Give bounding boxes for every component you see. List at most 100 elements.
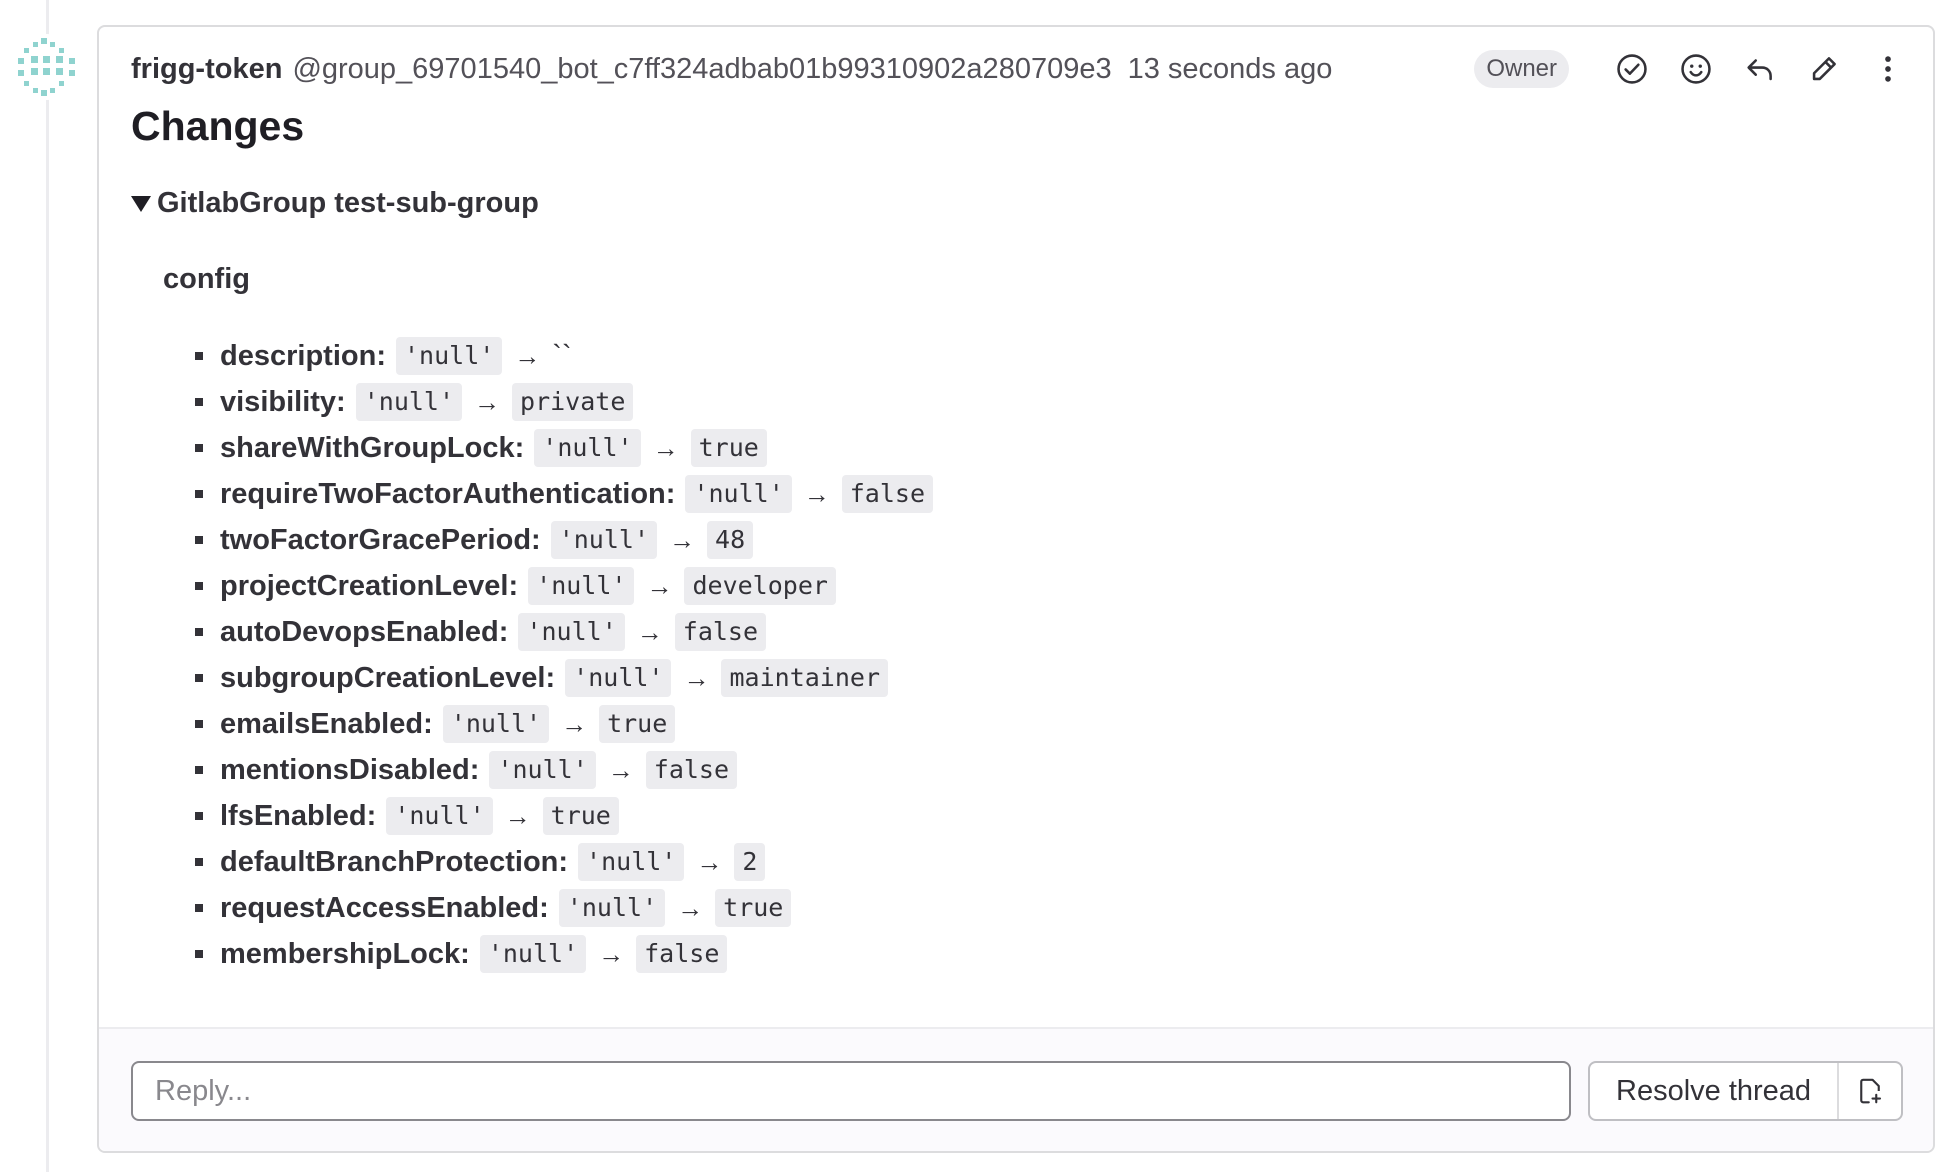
comment-title: Changes — [131, 103, 305, 149]
old-value: 'null' — [534, 429, 641, 467]
change-colon: : — [531, 523, 541, 556]
resolve-thread-text-button[interactable]: Resolve thread — [1590, 1063, 1840, 1119]
bullet — [195, 398, 203, 406]
change-item: visibility: 'null' → private — [195, 379, 933, 425]
disclosure-triangle-icon — [131, 195, 151, 212]
bullet — [195, 674, 203, 682]
arrow-right-icon: → — [669, 524, 696, 555]
change-key: visibility — [220, 385, 337, 418]
arrow-right-icon: → — [636, 616, 663, 647]
reply-input[interactable] — [131, 1061, 1571, 1121]
old-value: 'null' — [565, 659, 672, 697]
change-colon: : — [545, 661, 556, 694]
change-key: shareWithGroupLock — [220, 431, 515, 464]
change-key: emailsEnabled — [220, 707, 424, 740]
change-colon: : — [336, 385, 346, 418]
new-value: developer — [684, 567, 836, 605]
pencil-icon — [1812, 57, 1836, 81]
arrow-right-icon: → — [514, 340, 541, 371]
arrow-right-icon: → — [803, 478, 830, 509]
bullet — [195, 582, 203, 590]
resolve-button-group: Resolve thread — [1588, 1061, 1904, 1121]
old-value: 'null' — [558, 889, 666, 927]
change-key: lfsEnabled — [220, 799, 367, 832]
old-value: 'null' — [479, 935, 587, 973]
bullet — [195, 628, 203, 636]
bullet — [195, 766, 203, 774]
arrow-right-icon: → — [607, 754, 634, 785]
avatar[interactable] — [14, 34, 80, 100]
author-handle[interactable]: @group_69701540_bot_c7ff324adbab01b99310… — [292, 53, 1111, 86]
comment-header: frigg-token @group_69701540_bot_c7ff324a… — [131, 47, 1913, 91]
new-value: true — [542, 797, 619, 835]
issue-new-icon — [1860, 1078, 1882, 1104]
more-actions-button[interactable] — [1863, 44, 1913, 94]
new-value: false — [841, 475, 934, 513]
new-value: `` — [552, 340, 572, 372]
bullet — [195, 904, 203, 912]
new-value: true — [599, 705, 676, 743]
bullet — [195, 950, 203, 958]
vertical-ellipsis-icon — [1885, 56, 1891, 82]
new-value: false — [645, 751, 738, 789]
old-value: 'null' — [528, 567, 635, 605]
arrow-right-icon: → — [598, 938, 625, 969]
smiley-icon — [1681, 54, 1711, 84]
change-colon: : — [376, 339, 386, 372]
change-item: membershipLock: 'null' → false — [195, 931, 933, 977]
change-item: projectCreationLevel: 'null' → developer — [195, 563, 933, 609]
change-item: requestAccessEnabled: 'null' → true — [195, 885, 933, 931]
author-name[interactable]: frigg-token — [131, 53, 282, 86]
edit-comment-button[interactable] — [1799, 44, 1849, 94]
change-colon: : — [558, 845, 569, 878]
role-badge: Owner — [1474, 50, 1569, 88]
change-item: emailsEnabled: 'null' → true — [195, 701, 933, 747]
change-item: subgroupCreationLevel: 'null' → maintainer — [195, 655, 933, 701]
arrow-right-icon: → — [646, 570, 673, 601]
change-colon: : — [366, 799, 377, 832]
old-value: 'null' — [578, 843, 685, 881]
change-item: lfsEnabled: 'null' → true — [195, 793, 933, 839]
change-key: requestAccessEnabled — [220, 891, 540, 924]
comment-timestamp[interactable]: 13 seconds ago — [1128, 53, 1333, 86]
old-value: 'null' — [395, 337, 503, 375]
arrow-right-icon: → — [652, 432, 679, 463]
new-value: 2 — [734, 843, 766, 881]
change-key: defaultBranchProtection — [220, 845, 559, 878]
create-issue-button[interactable] — [1839, 1063, 1901, 1119]
new-value: false — [674, 613, 767, 651]
new-value: private — [512, 383, 634, 421]
old-value: 'null' — [518, 613, 625, 651]
bullet — [195, 812, 203, 820]
change-item: mentionsDisabled: 'null' → false — [195, 747, 933, 793]
change-item: requireTwoFactorAuthentication: 'null' → fa… — [195, 471, 934, 517]
reply-icon — [1747, 59, 1772, 81]
details-toggle[interactable]: GitlabGroup test-sub-group — [131, 187, 539, 220]
old-value: 'null' — [386, 797, 493, 835]
bullet — [195, 444, 203, 452]
change-item: shareWithGroupLock: 'null' → true — [195, 425, 933, 471]
change-item: autoDevopsEnabled: 'null' → false — [195, 609, 933, 655]
change-colon: : — [508, 569, 519, 602]
check-circle-icon — [1617, 54, 1647, 84]
change-key: projectCreationLevel — [220, 569, 509, 602]
change-item: twoFactorGracePeriod: 'null' → 48 — [195, 517, 933, 563]
change-key: twoFactorGracePeriod — [220, 523, 532, 556]
old-value: 'null' — [355, 383, 463, 421]
timeline-line — [46, 0, 49, 1172]
change-key: requireTwoFactorAuthentication — [220, 477, 666, 510]
new-value: true — [690, 429, 767, 467]
change-colon: : — [498, 615, 509, 648]
reply-button[interactable] — [1735, 44, 1785, 94]
change-key: description — [220, 339, 377, 372]
change-key: membershipLock — [220, 937, 461, 970]
resolve-thread-button[interactable] — [1607, 44, 1657, 94]
change-key: mentionsDisabled — [220, 753, 470, 786]
arrow-right-icon: → — [474, 386, 501, 417]
change-item: defaultBranchProtection: 'null' → 2 — [195, 839, 933, 885]
old-value: 'null' — [489, 751, 596, 789]
new-value: true — [715, 889, 792, 927]
change-colon: : — [665, 477, 676, 510]
add-reaction-button[interactable] — [1671, 44, 1721, 94]
bullet — [195, 720, 203, 728]
